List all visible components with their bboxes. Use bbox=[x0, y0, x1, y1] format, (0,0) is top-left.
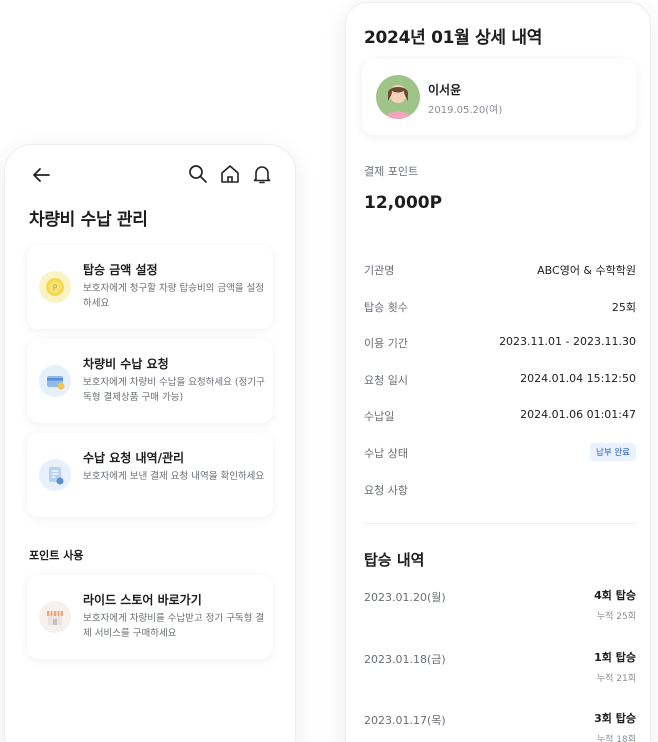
ride-count: 3회 탑승 bbox=[594, 712, 636, 725]
svg-text:P: P bbox=[53, 284, 58, 293]
detail-row-payment-status: 수납 상태 납부 완료 bbox=[364, 443, 636, 465]
bell-icon[interactable] bbox=[251, 163, 273, 185]
ride-history-item: 2023.01.20(월) 4회 탑승 누적 25회 bbox=[364, 587, 636, 627]
payment-value: 12,000P bbox=[364, 193, 443, 213]
menu-description: 보호자에게 청구할 차량 탑승비의 금액을 설정하세요 bbox=[83, 283, 265, 309]
request-history-card[interactable]: 수납 요청 내역/관리 보호자에게 보낸 결제 요청 내역을 확인하세요 bbox=[27, 433, 273, 517]
top-bar bbox=[5, 163, 295, 187]
document-icon bbox=[39, 459, 71, 491]
ride-cumulative: 누적 18회 bbox=[596, 735, 636, 742]
menu-title: 차량비 수납 요청 bbox=[83, 357, 169, 371]
detail-value: 2024.01.06 01:01:47 bbox=[520, 408, 636, 421]
detail-row-request-notes: 요청 사항 bbox=[364, 482, 636, 502]
menu-description: 보호자에게 차량비를 수납받고 정기 구독형 결제 서비스를 구매하세요 bbox=[83, 613, 265, 639]
ride-cumulative: 누적 21회 bbox=[596, 674, 636, 684]
menu-title: 라이드 스토어 바로가기 bbox=[83, 593, 202, 607]
management-screen: 차량비 수납 관리 P 탑승 금액 설정 보호자에게 청구할 차량 탑승비의 금… bbox=[4, 144, 296, 742]
menu-title: 탑승 금액 설정 bbox=[83, 263, 158, 277]
detail-title: 2024년 01월 상세 내역 bbox=[364, 28, 543, 48]
payment-request-card[interactable]: 차량비 수납 요청 보호자에게 차량비 수납을 요청하세요 (정기구독형 결제상… bbox=[27, 339, 273, 423]
detail-key: 기관명 bbox=[364, 264, 395, 277]
detail-key: 수납일 bbox=[364, 410, 395, 423]
menu-description: 보호자에게 차량비 수납을 요청하세요 (정기구독형 결제상품 구매 가능) bbox=[83, 377, 265, 403]
detail-key: 요청 사항 bbox=[364, 484, 408, 497]
detail-key: 탑승 횟수 bbox=[364, 301, 408, 314]
detail-value: 25회 bbox=[611, 301, 636, 314]
ride-count: 4회 탑승 bbox=[594, 589, 636, 602]
fare-setting-card[interactable]: P 탑승 금액 설정 보호자에게 청구할 차량 탑승비의 금액을 설정하세요 bbox=[27, 245, 273, 329]
ride-date: 2023.01.20(월) bbox=[364, 591, 446, 604]
ride-history-item: 2023.01.17(목) 3회 탑승 누적 18회 bbox=[364, 710, 636, 742]
payment-label: 결제 포인트 bbox=[364, 165, 419, 178]
detail-row-period: 이용 기간 2023.11.01 - 2023.11.30 bbox=[364, 335, 636, 355]
home-icon[interactable] bbox=[219, 163, 241, 185]
detail-key: 수납 상태 bbox=[364, 447, 408, 460]
detail-key: 이용 기간 bbox=[364, 337, 408, 350]
detail-row-institution: 기관명 ABC영어 & 수학학원 bbox=[364, 262, 636, 282]
menu-description: 보호자에게 보낸 결제 요청 내역을 확인하세요 bbox=[83, 471, 265, 482]
page-title: 차량비 수납 관리 bbox=[29, 210, 148, 230]
avatar bbox=[376, 75, 420, 119]
child-name: 이서윤 bbox=[428, 83, 462, 97]
detail-row-request-time: 요청 일시 2024.01.04 15:12:50 bbox=[364, 372, 636, 392]
store-icon bbox=[39, 601, 71, 633]
card-icon bbox=[39, 365, 71, 397]
detail-value: 2023.11.01 - 2023.11.30 bbox=[499, 335, 636, 348]
child-birthdate: 2019.05.20(여) bbox=[428, 105, 503, 116]
menu-title: 수납 요청 내역/관리 bbox=[83, 451, 185, 465]
ride-count: 1회 탑승 bbox=[594, 651, 636, 664]
section-label: 포인트 사용 bbox=[29, 549, 84, 562]
ride-date: 2023.01.17(목) bbox=[364, 714, 446, 727]
coin-icon: P bbox=[39, 271, 71, 303]
detail-key: 요청 일시 bbox=[364, 374, 408, 387]
ride-date: 2023.01.18(금) bbox=[364, 653, 446, 666]
ride-history-title: 탑승 내역 bbox=[364, 551, 425, 569]
divider bbox=[364, 523, 636, 524]
ride-cumulative: 누적 25회 bbox=[596, 612, 636, 622]
detail-value: ABC영어 & 수학학원 bbox=[537, 264, 636, 277]
status-badge: 납부 완료 bbox=[590, 443, 636, 461]
detail-row-ride-count: 탑승 횟수 25회 bbox=[364, 299, 636, 319]
detail-value: 2024.01.04 15:12:50 bbox=[520, 372, 636, 385]
ride-history-item: 2023.01.18(금) 1회 탑승 누적 21회 bbox=[364, 649, 636, 689]
store-shortcut-card[interactable]: 라이드 스토어 바로가기 보호자에게 차량비를 수납받고 정기 구독형 결제 서… bbox=[27, 575, 273, 659]
search-icon[interactable] bbox=[187, 163, 209, 185]
detail-row-paid-date: 수납일 2024.01.06 01:01:47 bbox=[364, 408, 636, 428]
detail-screen: 2024년 01월 상세 내역 이서윤 2019.05.20(여) 결제 포인트… bbox=[345, 2, 651, 742]
child-profile-card: 이서윤 2019.05.20(여) bbox=[362, 59, 636, 135]
back-arrow-icon[interactable] bbox=[29, 163, 53, 187]
top-bar-actions bbox=[187, 163, 273, 185]
